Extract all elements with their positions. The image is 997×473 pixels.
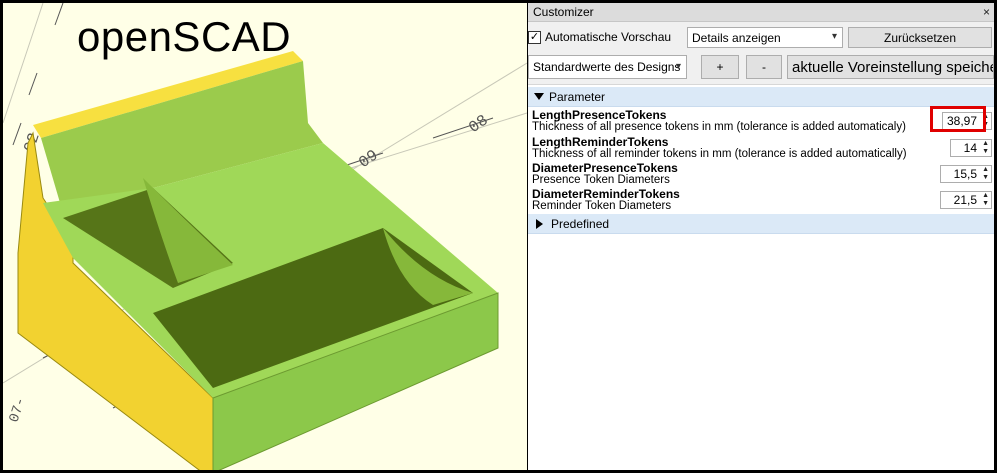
group-label-predefined: Predefined [551,216,610,231]
expand-right-icon [536,218,543,229]
chevron-down-icon: ▾ [675,61,681,72]
param-name: DiameterReminderTokens [532,187,680,201]
preset-select-value: Standardwerte des Designs [533,60,681,74]
remove-preset-button[interactable]: - [746,55,782,79]
add-preset-button[interactable]: + [701,55,739,79]
param-name: LengthReminderTokens [532,135,669,149]
group-label-parameter: Parameter [549,89,606,104]
parameter-area: Parameter LengthPresenceTokens Thickness… [528,84,994,470]
toolbar-row-1: ✓ Automatische Vorschau Details anzeigen… [528,27,994,49]
toolbar-row-2: Standardwerte des Designs ▾ + - aktuelle… [528,54,994,80]
details-select-value: Details anzeigen [692,30,781,45]
auto-preview-checkbox[interactable]: ✓ [528,30,541,44]
preset-select[interactable]: Standardwerte des Designs ▾ [528,55,687,79]
close-icon[interactable]: × [983,5,990,19]
group-header-predefined[interactable]: Predefined [528,214,994,234]
save-preset-button[interactable]: aktuelle Voreinstellung speichern [787,55,994,79]
customizer-titlebar: Customizer × [528,3,994,22]
param-name: LengthPresenceTokens [532,108,667,122]
customizer-title: Customizer [533,5,594,19]
model-render: 08 09 02 07- [3,3,527,470]
param-value-input[interactable]: 14 ▲ ▼ [950,139,992,157]
param-row: LengthPresenceTokens Thickness of all pr… [532,106,992,135]
highlight-box [930,106,986,132]
axis-label-neg20: 07- [7,396,30,425]
param-value: 15,5 [953,167,977,181]
param-value-input[interactable]: 21,5 ▲ ▼ [940,191,992,209]
chevron-down-icon: ▾ [831,31,837,42]
axis-label-60: 09 [356,146,382,172]
overlay-title: openSCAD [77,13,292,60]
expand-down-icon [534,93,544,100]
reset-button[interactable]: Zurücksetzen [848,27,992,48]
param-description: Thickness of all reminder tokens in mm (… [532,148,907,160]
customizer-panel: Customizer × ✓ Automatische Vorschau Det… [528,3,994,470]
axis-label-80: 08 [466,111,492,137]
param-value: 21,5 [953,193,977,207]
param-row: DiameterPresenceTokens Presence Token Di… [532,162,992,188]
spin-arrows-icon[interactable]: ▲ ▼ [982,166,989,182]
group-header-parameter[interactable]: Parameter [528,87,994,107]
param-value: 14 [963,141,977,155]
param-row: LengthReminderTokens Thickness of all re… [532,136,992,162]
auto-preview-label: Automatische Vorschau [545,30,672,44]
param-value-input[interactable]: 15,5 ▲ ▼ [940,165,992,183]
param-description: Presence Token Diameters [532,174,670,186]
param-description: Thickness of all presence tokens in mm (… [532,121,906,133]
param-name: DiameterPresenceTokens [532,161,678,175]
spin-arrows-icon[interactable]: ▲ ▼ [982,192,989,208]
spin-arrows-icon[interactable]: ▲ ▼ [982,140,989,156]
3d-viewport[interactable]: 08 09 02 07- openSCAD [3,3,527,470]
details-select[interactable]: Details anzeigen ▾ [687,27,843,48]
auto-preview-toggle[interactable]: ✓ Automatische Vorschau [528,30,671,44]
param-row: DiameterReminderTokens Reminder Token Di… [532,188,992,214]
param-description: Reminder Token Diameters [532,200,672,212]
